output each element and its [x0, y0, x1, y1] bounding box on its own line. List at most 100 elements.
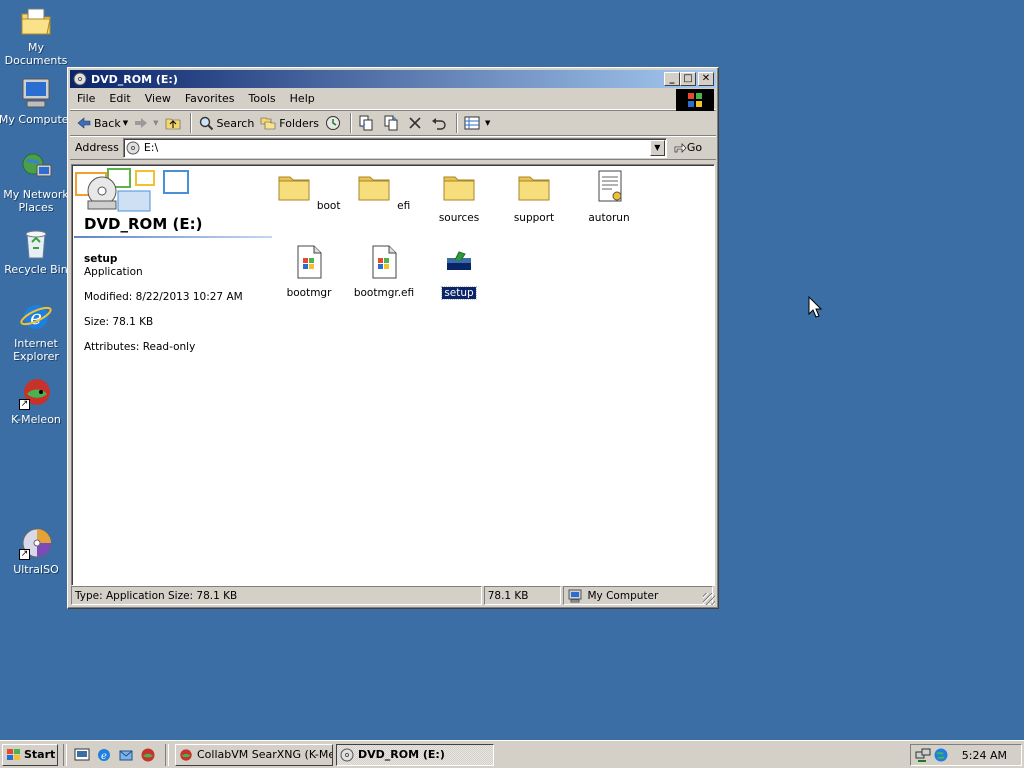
taskbar-button-collabvm[interactable]: CollabVM SearXNG (K-Mel...	[175, 743, 333, 766]
recycle-bin-icon	[19, 226, 53, 260]
address-input[interactable]: E:\ ▼	[122, 137, 667, 158]
delete-icon	[409, 117, 421, 129]
clock[interactable]: 5:24 AM	[962, 749, 1007, 762]
my-computer-icon	[19, 76, 53, 110]
network-tray-icon[interactable]	[915, 747, 931, 763]
explorer-window[interactable]: DVD_ROM (E:) _ □ ✕ File Edit View Favori…	[67, 67, 719, 609]
address-dropdown-icon[interactable]: ▼	[649, 139, 665, 156]
menu-help[interactable]: Help	[283, 92, 322, 105]
folder-content-pane[interactable]: DVD_ROM (E:) setup Application Modified:…	[71, 164, 715, 586]
k-meleon-icon: ↗	[19, 376, 53, 410]
ultraiso-icon: ↗	[19, 526, 53, 560]
file-item-boot[interactable]: boot	[274, 169, 344, 212]
selected-file-size: Size: 78.1 KB	[84, 316, 154, 328]
up-folder-icon	[165, 118, 180, 130]
standard-toolbar: Back ▼ ▼ Search Folders ▼	[70, 110, 716, 136]
windows-logo-icon	[676, 89, 714, 111]
desktop-icon-my-documents[interactable]: My Documents	[0, 4, 74, 67]
menu-edit[interactable]: Edit	[102, 92, 137, 105]
maximize-button[interactable]: □	[680, 72, 696, 86]
views-button[interactable]: ▼	[461, 112, 493, 134]
views-dropdown-icon: ▼	[485, 119, 491, 127]
file-list: boot efi sources support autorun bootmgr	[274, 165, 714, 585]
folders-icon	[260, 117, 276, 130]
status-bar: Type: Application Size: 78.1 KB 78.1 KB …	[71, 586, 715, 605]
sidebar-title: DVD_ROM (E:)	[84, 215, 203, 233]
desktop-icon-ultraiso[interactable]: ↗ UltraISO	[0, 526, 74, 576]
desktop-icon-label: Internet Explorer	[13, 337, 59, 363]
toolbar-separator	[456, 113, 459, 133]
search-button[interactable]: Search	[195, 112, 258, 134]
history-button[interactable]	[322, 112, 347, 134]
back-button[interactable]: Back ▼	[74, 112, 131, 134]
network-places-icon	[19, 151, 53, 185]
folders-button[interactable]: Folders	[257, 112, 322, 134]
cd-drive-icon	[73, 72, 87, 86]
delete-button[interactable]	[405, 112, 428, 134]
taskbar-button-dvd-rom[interactable]: DVD_ROM (E:)	[336, 743, 494, 766]
folder-icon	[358, 176, 390, 201]
desktop-icon-label: My Network Places	[3, 188, 69, 214]
forward-dropdown-icon[interactable]: ▼	[153, 119, 158, 127]
toolbar-separator	[189, 113, 192, 133]
outlook-express-icon[interactable]	[118, 747, 134, 763]
menu-file[interactable]: File	[70, 92, 102, 105]
undo-button[interactable]	[428, 112, 453, 134]
toolbar-separator	[350, 113, 353, 133]
show-desktop-icon[interactable]	[74, 747, 90, 763]
internet-explorer-icon[interactable]: e	[96, 747, 112, 763]
file-item-bootmgr-efi[interactable]: bootmgr.efi	[349, 244, 419, 299]
views-icon	[464, 116, 480, 130]
desktop-icon-internet-explorer[interactable]: e Internet Explorer	[0, 300, 74, 363]
file-item-efi[interactable]: efi	[349, 169, 419, 212]
globe-tray-icon[interactable]	[933, 747, 949, 763]
file-item-sources[interactable]: sources	[424, 169, 494, 224]
selected-file-type: Application	[84, 266, 143, 278]
title-bar[interactable]: DVD_ROM (E:) _ □ ✕	[70, 70, 716, 88]
desktop-icon-label: UltraISO	[13, 563, 59, 576]
my-computer-small-icon	[568, 589, 582, 602]
go-button[interactable]: Go	[673, 141, 702, 154]
move-to-button[interactable]	[355, 112, 380, 134]
menu-tools[interactable]: Tools	[242, 92, 283, 105]
file-item-bootmgr[interactable]: bootmgr	[274, 244, 344, 299]
file-item-autorun[interactable]: autorun	[574, 169, 644, 224]
address-label: Address	[75, 141, 119, 154]
desktop-icon-label: My Computer	[0, 113, 74, 126]
go-arrow-icon	[674, 142, 687, 153]
folder-icon	[518, 176, 550, 201]
selected-file-attributes: Attributes: Read-only	[84, 341, 196, 353]
close-button[interactable]: ✕	[698, 72, 714, 86]
selected-file-name: setup	[84, 253, 118, 265]
back-dropdown-icon[interactable]: ▼	[123, 119, 128, 127]
menu-bar: File Edit View Favorites Tools Help	[70, 88, 716, 111]
desktop-icon-label: My Documents	[4, 41, 68, 67]
status-info: Type: Application Size: 78.1 KB	[71, 586, 482, 605]
shortcut-arrow-icon: ↗	[19, 549, 30, 560]
status-size: 78.1 KB	[483, 586, 562, 605]
file-item-support[interactable]: support	[499, 169, 569, 224]
file-item-setup[interactable]: setup	[424, 244, 494, 300]
address-value: E:\	[143, 141, 159, 154]
minimize-button[interactable]: _	[664, 72, 680, 86]
menu-favorites[interactable]: Favorites	[178, 92, 242, 105]
forward-button[interactable]: ▼	[131, 112, 161, 134]
forward-arrow-icon	[135, 118, 148, 128]
internet-explorer-icon: e	[19, 300, 53, 334]
desktop-icon-k-meleon[interactable]: ↗ K-Meleon	[0, 376, 74, 426]
k-meleon-icon[interactable]	[140, 747, 156, 763]
desktop-icon-label: Recycle Bin	[4, 263, 68, 276]
system-tray: 5:24 AM	[910, 744, 1022, 766]
resize-grip[interactable]	[703, 593, 715, 605]
menu-view[interactable]: View	[138, 92, 178, 105]
my-documents-icon	[19, 4, 53, 38]
desktop-icon-recycle-bin[interactable]: Recycle Bin	[0, 226, 74, 276]
desktop-icon-my-computer[interactable]: My Computer	[0, 76, 74, 126]
copy-to-button[interactable]	[380, 112, 405, 134]
start-button[interactable]: Start	[2, 743, 58, 766]
quick-launch: e	[70, 747, 160, 763]
desktop-icon-my-network-places[interactable]: My Network Places	[0, 151, 74, 214]
folder-icon	[443, 176, 475, 201]
up-button[interactable]	[162, 112, 187, 134]
address-bar: Address E:\ ▼ Go	[70, 136, 716, 160]
